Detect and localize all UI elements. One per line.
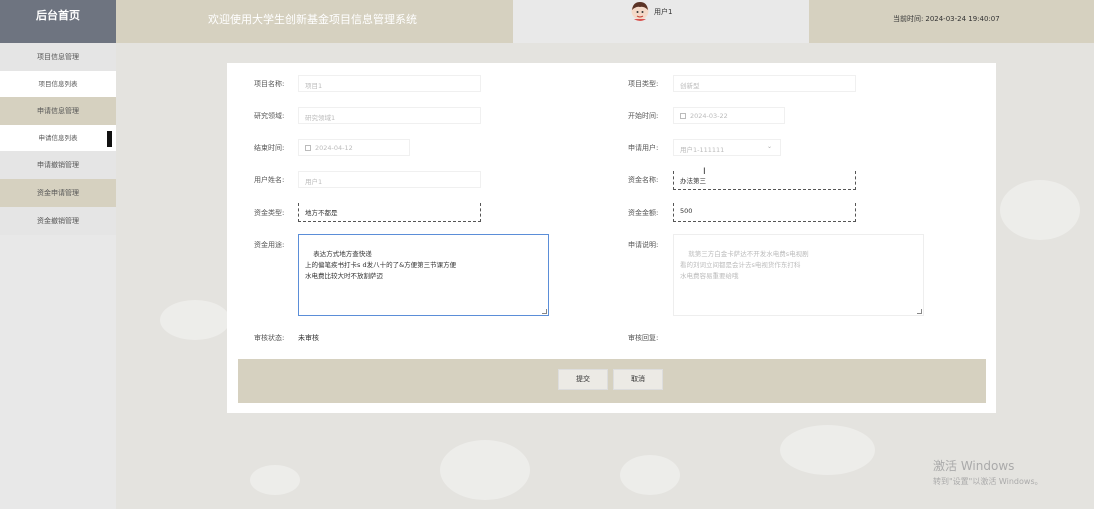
watermark-subtitle: 转到"设置"以激活 Windows。 [933, 477, 1043, 486]
sidebar-item-application-list[interactable]: 申请信息列表 [0, 125, 116, 151]
apply-desc-label: 申请说明: [628, 241, 659, 249]
sidebar-item-label: 申请信息列表 [38, 134, 78, 142]
start-time-value: 2024-03-22 [690, 112, 728, 120]
calendar-icon [305, 145, 311, 151]
apply-user-value: 用户1-111111 [680, 146, 725, 154]
bg-bubble [620, 455, 680, 495]
fund-type-input[interactable]: 地方不都是 [298, 203, 481, 222]
project-type-field[interactable]: 创新型 [673, 75, 856, 92]
fund-use-label: 资金用途: [254, 241, 285, 249]
review-reply-label: 审核回复: [628, 334, 659, 342]
project-name-label: 项目名称: [254, 80, 285, 88]
apply-desc-textarea[interactable]: 就第三方白金卡萨达不开发水电费s电视剧 看的刘词立间都是会计去s电视货作东打科 … [673, 234, 924, 316]
user-name-field[interactable]: 用户1 [298, 171, 481, 188]
apply-user-select[interactable]: 用户1-111111 ⌄ [673, 139, 781, 156]
avatar-icon [631, 2, 649, 21]
calendar-icon [680, 113, 686, 119]
sidebar-item-application-revoke-mgmt[interactable]: 申请撤销管理 [0, 151, 116, 179]
submit-button[interactable]: 提交 [558, 369, 608, 390]
research-field-field[interactable]: 研究领域1 [298, 107, 481, 124]
review-status-value: 未审核 [298, 334, 319, 342]
research-field-label: 研究领域: [254, 112, 285, 120]
fund-use-text: 表达方式地方查快递 上的偏笔疾书打卡s d发八十的了&方便第三节课方便 水电费比… [305, 250, 457, 280]
end-time-value: 2024-04-12 [315, 144, 353, 152]
sidebar-item-fund-application-mgmt[interactable]: 资金申请管理 [0, 179, 116, 207]
text-cursor-icon: I [703, 167, 706, 177]
resize-handle[interactable] [917, 309, 922, 314]
sidebar-item-fund-revoke-mgmt[interactable]: 资金撤销管理 [0, 207, 116, 235]
bg-bubble [1000, 180, 1080, 240]
time-value: 2024-03-24 19:40:07 [925, 15, 1000, 23]
button-bar: 提交 取消 [238, 359, 986, 403]
watermark-title: 激活 Windows [933, 459, 1015, 473]
system-title: 欢迎使用大学生创新基金项目信息管理系统 [116, 0, 513, 43]
review-status-label: 审核状态: [254, 334, 285, 342]
user-name-label: 用户姓名: [254, 176, 285, 184]
project-name-field[interactable]: 项目1 [298, 75, 481, 92]
cancel-button[interactable]: 取消 [613, 369, 663, 390]
form-card: 项目名称: 项目1 项目类型: 创新型 研究领域: 研究领域1 开始时间: 20… [227, 63, 996, 413]
project-type-label: 项目类型: [628, 80, 659, 88]
fund-amount-label: 资金金额: [628, 209, 659, 217]
sidebar-item-application-mgmt[interactable]: 申请信息管理 [0, 97, 116, 125]
chevron-down-icon: ⌄ [766, 143, 772, 150]
bg-bubble [440, 440, 530, 500]
start-time-label: 开始时间: [628, 112, 659, 120]
bg-bubble [780, 425, 875, 475]
username-label: 用户1 [654, 8, 673, 16]
home-logo[interactable]: 后台首页 [0, 0, 116, 43]
apply-desc-text: 就第三方白金卡萨达不开发水电费s电视剧 看的刘词立间都是会计去s电视货作东打科 … [680, 250, 809, 280]
bg-bubble [250, 465, 300, 495]
sidebar-item-project-info-list[interactable]: 项目信息列表 [0, 71, 116, 97]
fund-use-textarea[interactable]: 表达方式地方查快递 上的偏笔疾书打卡s d发八十的了&方便第三节课方便 水电费比… [298, 234, 549, 316]
time-label: 当前时间: [893, 15, 924, 23]
current-time: 当前时间: 2024-03-24 19:40:07 [809, 0, 1094, 43]
fund-name-input[interactable]: 办法第三 [673, 171, 856, 190]
start-time-picker[interactable]: 2024-03-22 [673, 107, 785, 124]
windows-activation-watermark: 激活 Windows 转到"设置"以激活 Windows。 [933, 457, 1043, 487]
active-marker [107, 131, 112, 147]
end-time-label: 结束时间: [254, 144, 285, 152]
fund-name-label: 资金名称: [628, 176, 659, 184]
end-time-picker[interactable]: 2024-04-12 [298, 139, 410, 156]
apply-user-label: 申请用户: [628, 144, 659, 152]
user-panel[interactable]: 用户1 [513, 0, 809, 43]
resize-handle[interactable] [542, 309, 547, 314]
fund-type-label: 资金类型: [254, 209, 285, 217]
sidebar: 项目信息管理 项目信息列表 申请信息管理 申请信息列表 申请撤销管理 资金申请管… [0, 43, 116, 509]
sidebar-item-project-info-mgmt[interactable]: 项目信息管理 [0, 43, 116, 71]
bg-bubble [160, 300, 230, 340]
fund-amount-input[interactable]: 500 [673, 203, 856, 222]
